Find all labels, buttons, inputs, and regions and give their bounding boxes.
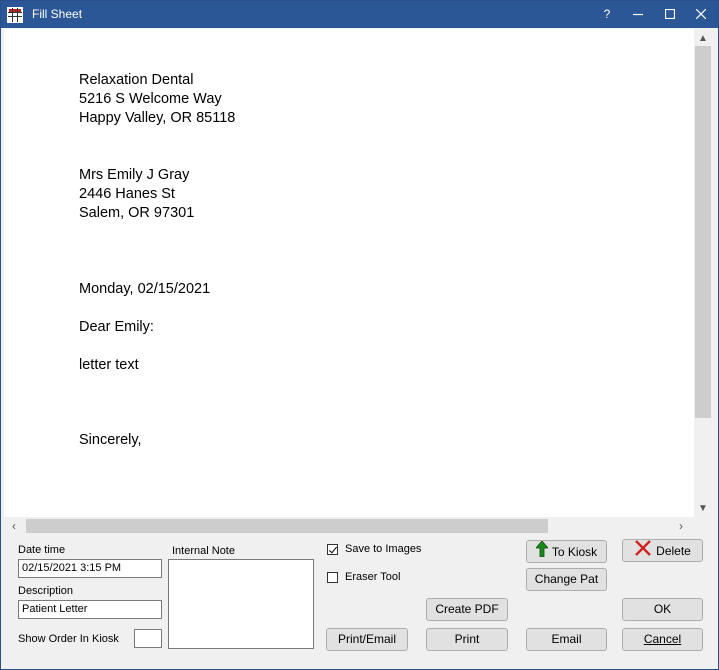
internal-note-textarea[interactable] [168, 559, 314, 649]
minimize-button[interactable] [627, 5, 649, 24]
cancel-button[interactable]: Cancel [622, 628, 703, 651]
vertical-scroll-thumb[interactable] [695, 46, 711, 418]
scroll-right-icon[interactable]: › [679, 519, 683, 533]
email-button[interactable]: Email [526, 628, 607, 651]
sheet-canvas[interactable]: Relaxation Dental 5216 S Welcome Way Hap… [4, 29, 694, 517]
maximize-button[interactable] [659, 5, 681, 24]
show-order-label: Show Order In Kiosk [18, 633, 119, 645]
eraser-tool-checkbox[interactable] [327, 571, 338, 583]
close-button[interactable] [690, 5, 712, 24]
save-to-images-checkbox[interactable] [327, 543, 338, 555]
vertical-scrollbar[interactable]: ▲ ▼ [694, 29, 712, 517]
app-grid-icon [7, 7, 23, 23]
fill-sheet-window: Fill Sheet ? Relaxation Dental 5216 S We… [0, 0, 719, 670]
create-pdf-button[interactable]: Create PDF [426, 598, 508, 621]
save-to-images-label: Save to Images [345, 543, 422, 555]
print-button[interactable]: Print [426, 628, 508, 651]
scroll-left-icon[interactable]: ‹ [12, 519, 16, 533]
horizontal-scrollbar[interactable]: ‹ › [4, 518, 694, 535]
sheet-line: Monday, 02/15/2021 [79, 281, 211, 297]
sheet-line: letter text [79, 357, 139, 373]
print-email-button[interactable]: Print/Email [326, 628, 408, 651]
scroll-down-icon[interactable]: ▼ [698, 503, 708, 514]
sheet-line: Mrs Emily J Gray [79, 167, 190, 183]
save-to-images-option[interactable]: Save to Images [327, 543, 421, 555]
maximize-icon [664, 8, 676, 20]
sheet-line: Relaxation Dental [79, 72, 194, 88]
date-time-label: Date time [18, 544, 66, 556]
internal-note-label: Internal Note [172, 545, 235, 557]
up-arrow-icon [534, 540, 549, 564]
sheet-line: Happy Valley, OR 85118 [79, 110, 236, 126]
ok-button[interactable]: OK [622, 598, 703, 621]
sheet-line: Sincerely, [79, 432, 142, 448]
sheet-line: Salem, OR 97301 [79, 205, 195, 221]
sheet-line: 2446 Hanes St [79, 186, 175, 202]
eraser-tool-label: Eraser Tool [345, 571, 401, 583]
description-label: Description [18, 585, 74, 597]
delete-button[interactable]: Delete [622, 539, 703, 562]
to-kiosk-button[interactable]: To Kiosk [526, 540, 607, 563]
scroll-up-icon[interactable]: ▲ [698, 33, 708, 44]
change-pat-button[interactable]: Change Pat [526, 568, 607, 591]
title-bar[interactable]: Fill Sheet ? [1, 1, 718, 28]
show-order-field[interactable] [134, 629, 162, 648]
window-title: Fill Sheet [32, 7, 83, 21]
date-time-field[interactable]: 02/15/2021 3:15 PM [18, 559, 162, 578]
sheet-line: Dear Emily: [79, 319, 154, 335]
help-button[interactable]: ? [596, 5, 618, 24]
eraser-tool-option[interactable]: Eraser Tool [327, 571, 400, 583]
horizontal-scroll-thumb[interactable] [26, 519, 548, 533]
minimize-icon [633, 13, 643, 16]
description-field[interactable]: Patient Letter [18, 600, 162, 619]
close-icon [695, 8, 707, 20]
delete-x-icon [634, 540, 652, 563]
sheet-line: 5216 S Welcome Way [79, 91, 222, 107]
